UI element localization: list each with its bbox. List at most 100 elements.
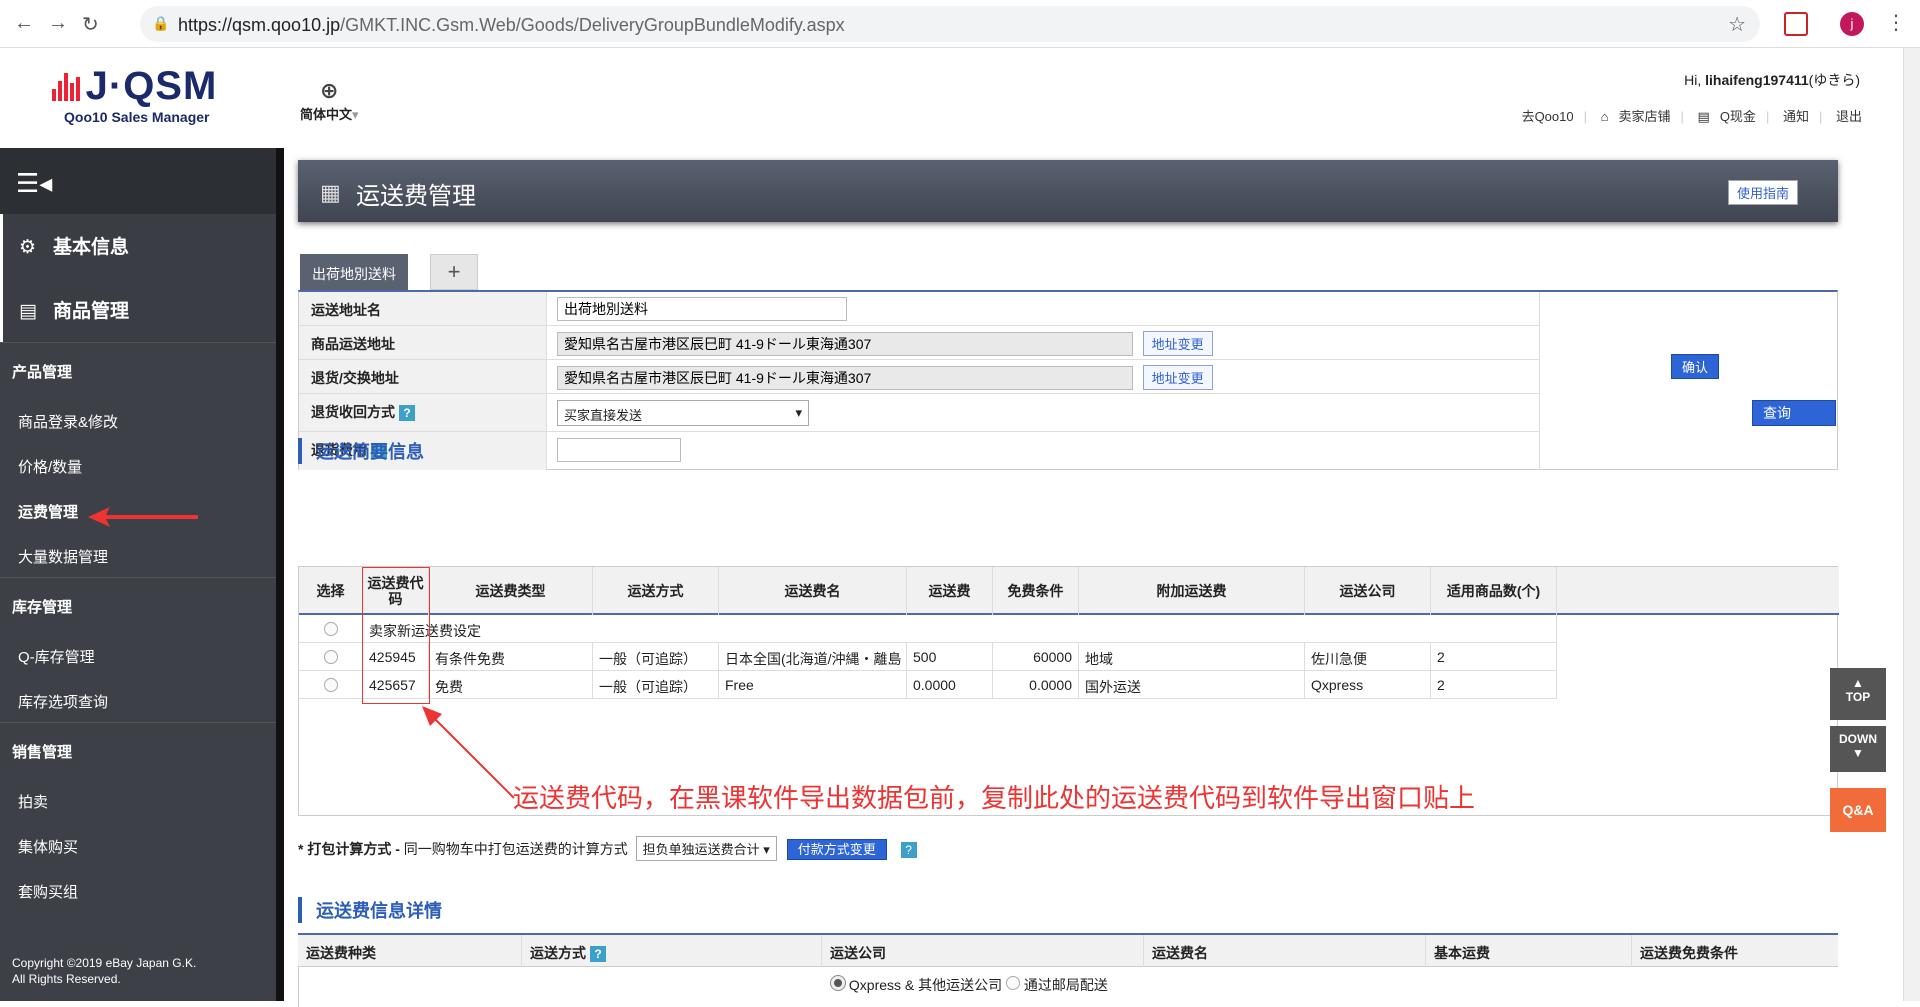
menu-seller-shop[interactable]: 卖家店铺 — [1618, 109, 1670, 124]
col-count: 适用商品数(个) — [1431, 567, 1557, 615]
cell-method: 一般（可追踪） — [593, 643, 719, 671]
help-icon[interactable]: ? — [590, 946, 606, 962]
address-bar[interactable]: 🔒 https://qsm.qoo10.jp/GMKT.INC.Gsm.Web/… — [140, 6, 1760, 42]
globe-icon: ⊕ — [320, 78, 339, 103]
menu-notice[interactable]: 通知 — [1783, 109, 1809, 124]
cell-free: 60000 — [993, 643, 1079, 671]
back-icon[interactable]: ← — [14, 12, 34, 35]
packing-select[interactable]: 担负单独运送费合计 ▾ — [635, 836, 777, 861]
copyright: Copyright ©2019 eBay Japan G.K. All Righ… — [12, 956, 197, 986]
col-type: 运送费类型 — [429, 567, 593, 615]
tab-shipping-address[interactable]: 出荷地別送料 — [300, 254, 408, 290]
user-greeting: Hi, lihaifeng197411(ゆきら) — [1684, 72, 1860, 88]
sidebar-item-auction[interactable]: 拍卖 — [0, 777, 284, 822]
logo[interactable]: J·QSM Qoo10 Sales Manager — [52, 64, 217, 125]
annotation-text: 运送费代码，在黑课软件导出数据包前，复制此处的运送费代码到软件导出窗口贴上 — [513, 784, 1476, 814]
sidebar-item-group-buy[interactable]: 集体购买 — [0, 822, 284, 867]
sidebar-item-product-manage[interactable]: ▤ 商品管理 — [0, 278, 284, 342]
dcol-free-cond: 运送费免费条件 — [1640, 945, 1738, 961]
row-radio[interactable] — [323, 678, 338, 692]
cell-extra: 地域 — [1079, 643, 1305, 671]
carrier-radio-qxpress[interactable] — [830, 975, 846, 991]
sidebar-scrollbar[interactable] — [276, 148, 284, 1001]
sidebar-item-price-quantity[interactable]: 价格/数量 — [0, 442, 284, 487]
logo-title: J·QSM — [85, 64, 218, 108]
return-method-select[interactable]: 买家直接发送 ▾ — [557, 400, 809, 426]
sidebar-item-basic-info[interactable]: ⚙ 基本信息 — [0, 214, 284, 278]
sidebar-group-title[interactable]: 销售管理 — [0, 722, 284, 777]
new-shipping-label: 卖家新运送费设定 — [363, 615, 1557, 643]
col-name: 运送费名 — [719, 567, 907, 615]
site-header: J·QSM Qoo10 Sales Manager ⊕ 简体中文▾ Hi, li… — [0, 48, 1920, 148]
change-return-address-button[interactable]: 地址变更 — [1142, 365, 1213, 390]
bookmark-star-icon[interactable]: ☆ — [1728, 12, 1746, 37]
guide-button[interactable]: 使用指南 — [1727, 180, 1798, 205]
cell-count: 2 — [1431, 671, 1557, 699]
sidebar-item-product-register[interactable]: 商品登录&修改 — [0, 397, 284, 442]
sidebar-item-bundle[interactable]: 套购买组 — [0, 867, 284, 912]
table-row[interactable]: 425657 免费 一般（可追踪） Free 0.0000 0.0000 国外运… — [299, 671, 1557, 699]
packing-label: * 打包计算方式 - — [298, 841, 400, 857]
confirm-button[interactable]: 确认 — [1671, 354, 1720, 379]
gear-icon: ⚙ — [19, 237, 37, 258]
cell-type: 有条件免费 — [429, 643, 593, 671]
row-radio[interactable] — [323, 622, 338, 636]
menu-qcash[interactable]: Q现金 — [1720, 109, 1756, 124]
sidebar-item-bulk-data[interactable]: 大量数据管理 — [0, 532, 284, 577]
qcash-icon: ▤ — [1697, 109, 1710, 124]
search-button[interactable]: 查询 — [1752, 400, 1836, 426]
sidebar-group-title[interactable]: 产品管理 — [0, 342, 284, 397]
detail-table-body: Qxpress & 其他运送公司 通过邮局配送 — [298, 967, 1838, 1007]
cell-count: 2 — [1431, 643, 1557, 671]
sidebar-group-title[interactable]: 库存管理 — [0, 577, 284, 632]
address-name-input[interactable] — [557, 297, 847, 321]
top-menu: 去Qoo10 | ⌂ 卖家店铺 | ▤ Q现金 | 通知 | 退出 — [1521, 109, 1862, 124]
menu-go-qoo10[interactable]: 去Qoo10 — [1522, 109, 1574, 124]
sidebar-toggle-button[interactable]: ☰◂ — [0, 148, 284, 214]
row-radio[interactable] — [323, 650, 338, 664]
profile-avatar[interactable]: j — [1840, 12, 1864, 36]
packing-desc: 同一购物车中打包运送费的计算方式 — [403, 841, 628, 857]
col-fee: 运送费 — [907, 567, 993, 615]
help-icon[interactable]: ? — [900, 842, 917, 858]
return-address-input[interactable] — [557, 366, 1133, 390]
col-method: 运送方式 — [593, 567, 719, 615]
scroll-down-button[interactable]: DOWN ▼ — [1830, 726, 1886, 772]
payment-change-button[interactable]: 付款方式变更 — [786, 839, 887, 860]
language-selector[interactable]: ⊕ 简体中文▾ — [300, 78, 359, 123]
sidebar-item-q-inventory[interactable]: Q-库存管理 — [0, 632, 284, 677]
table-header: 选择 运送费代码 运送费类型 运送方式 运送费名 运送费 免费条件 附加运送费 … — [299, 567, 1839, 615]
table-row[interactable]: 425945 有条件免费 一般（可追踪） 日本全国(北海道/沖縄・離島 500 … — [299, 643, 1557, 671]
menu-dots-icon[interactable]: ⋮ — [1886, 10, 1906, 35]
change-address-button[interactable]: 地址变更 — [1142, 331, 1213, 356]
qa-button[interactable]: Q&A — [1830, 788, 1886, 832]
ship-address-input[interactable] — [557, 332, 1133, 356]
logo-bars-icon — [52, 72, 82, 101]
table-row[interactable]: 卖家新运送费设定 — [299, 615, 1557, 643]
page-scrollbar[interactable] — [1903, 48, 1920, 1001]
url-text: https://qsm.qoo10.jp/GMKT.INC.Gsm.Web/Go… — [178, 15, 845, 35]
cell-method: 一般（可追踪） — [593, 671, 719, 699]
sidebar-item-label: 商品管理 — [53, 301, 130, 322]
tab-add-button[interactable]: + — [430, 254, 478, 290]
dcol-name: 运送费名 — [1144, 935, 1426, 967]
cell-type: 免费 — [429, 671, 593, 699]
extension-icon[interactable] — [1784, 12, 1808, 36]
browser-toolbar: ← → ↻ 🔒 https://qsm.qoo10.jp/GMKT.INC.Gs… — [0, 0, 1920, 48]
reload-icon[interactable]: ↻ — [82, 12, 99, 37]
cell-company: Qxpress — [1305, 671, 1431, 699]
dcol-kind: 运送费种类 — [298, 935, 522, 967]
carrier-radio-post[interactable] — [1006, 976, 1021, 990]
sidebar-item-inventory-option[interactable]: 库存选项查询 — [0, 677, 284, 722]
form-row: 退货费用? — [299, 432, 1539, 470]
packing-method: * 打包计算方式 - 同一购物车中打包运送费的计算方式 担负单独运送费合计 ▾ … — [298, 836, 917, 861]
home-icon: ⌂ — [1600, 109, 1609, 124]
col-company: 运送公司 — [1305, 567, 1431, 615]
return-fee-input[interactable] — [557, 438, 681, 462]
forward-icon[interactable]: → — [48, 12, 68, 35]
page-title: 运送费管理 — [356, 183, 476, 210]
scroll-top-button[interactable]: ▲ TOP — [1830, 668, 1886, 720]
menu-logout[interactable]: 退出 — [1836, 109, 1862, 124]
detail-section-title: 运送费信息详情 — [298, 897, 442, 923]
help-icon[interactable]: ? — [399, 405, 415, 421]
